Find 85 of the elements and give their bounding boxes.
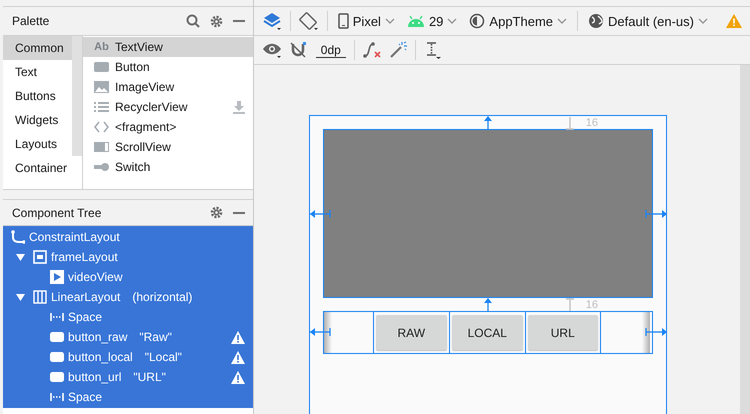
collapse-arrow-icon[interactable]: [16, 252, 25, 262]
theme-dropdown[interactable]: AppTheme: [467, 13, 570, 29]
widget-item[interactable]: RecyclerView: [83, 97, 253, 117]
tree-item[interactable]: Space: [3, 387, 253, 407]
globe-icon: [588, 13, 604, 29]
tree-item-note: "Raw": [139, 330, 173, 344]
constraint-arrow[interactable]: [309, 327, 330, 337]
code-brackets-icon: [94, 120, 109, 134]
tree-item[interactable]: button_raw "Raw": [3, 327, 253, 347]
category-item[interactable]: Text: [3, 60, 72, 84]
linear-layout[interactable]: RAW LOCAL URL: [322, 311, 653, 354]
preview-button[interactable]: URL: [528, 315, 598, 350]
category-item[interactable]: Layouts: [3, 132, 72, 156]
tree-item[interactable]: ConstraintLayout: [3, 227, 253, 247]
switch-icon: [94, 160, 109, 174]
margin-label: 16: [586, 117, 598, 129]
preview-button[interactable]: RAW: [376, 315, 447, 350]
search-icon[interactable]: [186, 14, 200, 28]
image-icon: [94, 80, 109, 94]
api-dropdown[interactable]: 29: [404, 14, 460, 28]
device-dropdown[interactable]: Pixel: [336, 13, 397, 29]
panel-title: Palette: [12, 14, 50, 28]
tree-item[interactable]: LinearLayout (horizontal): [3, 287, 253, 307]
tree-item[interactable]: button_local "Local": [3, 347, 253, 367]
button-icon: [94, 60, 109, 74]
chevron-icon: [557, 18, 568, 24]
default-margin-field[interactable]: 0dp: [316, 42, 346, 58]
widget-item[interactable]: ScrollView: [83, 137, 253, 157]
constraint-arrow[interactable]: [645, 327, 668, 337]
play-icon: [50, 270, 64, 284]
android-icon: [406, 15, 425, 27]
constraint-icon: [11, 230, 25, 244]
chevron-icon: [447, 18, 458, 24]
widget-item[interactable]: ImageView: [83, 77, 253, 97]
space-icon: [50, 390, 64, 404]
widget-item[interactable]: <fragment>: [83, 117, 253, 137]
tree-item-note: (horizontal): [132, 290, 194, 304]
category-item[interactable]: Buttons: [3, 84, 72, 108]
locale-dropdown[interactable]: Default (en-us): [586, 13, 710, 29]
chevron-icon: [384, 18, 395, 24]
constraint-arrow[interactable]: [645, 209, 668, 219]
vertical-scrollbar[interactable]: [740, 65, 750, 414]
tree-item-note: "Local": [144, 350, 183, 364]
magic-wand-icon[interactable]: [388, 41, 407, 59]
tree-item-note: "URL": [133, 370, 167, 384]
widget-item[interactable]: Ab TextView: [83, 37, 253, 57]
margin-bracket: [565, 116, 574, 130]
widget-item[interactable]: Switch: [83, 157, 253, 177]
constraint-arrow[interactable]: [484, 116, 492, 129]
frame-icon: [33, 250, 47, 264]
clear-constraints-icon[interactable]: [362, 41, 381, 59]
button-icon: [50, 350, 64, 364]
preview-button[interactable]: LOCAL: [452, 315, 523, 350]
category-item[interactable]: Common: [3, 36, 72, 60]
layers-icon[interactable]: [262, 11, 282, 31]
eye-icon[interactable]: [262, 41, 282, 59]
columns-icon: [33, 290, 47, 304]
constraint-arrow[interactable]: [484, 298, 492, 311]
constraint-arrow[interactable]: [309, 209, 330, 219]
settings-icon[interactable]: [210, 14, 223, 28]
margin-label: 16: [586, 299, 598, 311]
widget-item[interactable]: Button: [83, 57, 253, 77]
rotate-icon[interactable]: [298, 11, 319, 31]
chevron-icon: [698, 18, 708, 24]
text-icon: Ab: [94, 40, 109, 54]
tree-item[interactable]: frameLayout: [3, 247, 253, 267]
collapse-arrow-icon[interactable]: [16, 292, 25, 302]
phone-icon: [338, 13, 349, 29]
space-icon: [50, 310, 64, 324]
settings-icon[interactable]: [210, 206, 223, 219]
button-icon: [50, 330, 64, 344]
panel-title: Component Tree: [12, 206, 102, 220]
margin-bracket: [565, 297, 574, 312]
tree-item[interactable]: Space: [3, 307, 253, 327]
button-icon: [50, 370, 64, 384]
list-icon: [94, 100, 109, 114]
theme-icon: [469, 13, 486, 29]
magnet-off-icon[interactable]: [290, 41, 308, 59]
category-item[interactable]: Container: [3, 156, 72, 180]
category-item[interactable]: Widgets: [3, 108, 72, 132]
warning-icon[interactable]: [726, 14, 742, 28]
scrollbar-thumb[interactable]: [72, 36, 82, 156]
scroll-view-icon: [94, 140, 109, 154]
tree-item[interactable]: videoView: [3, 267, 253, 287]
tree-item[interactable]: button_url "URL": [3, 367, 253, 387]
